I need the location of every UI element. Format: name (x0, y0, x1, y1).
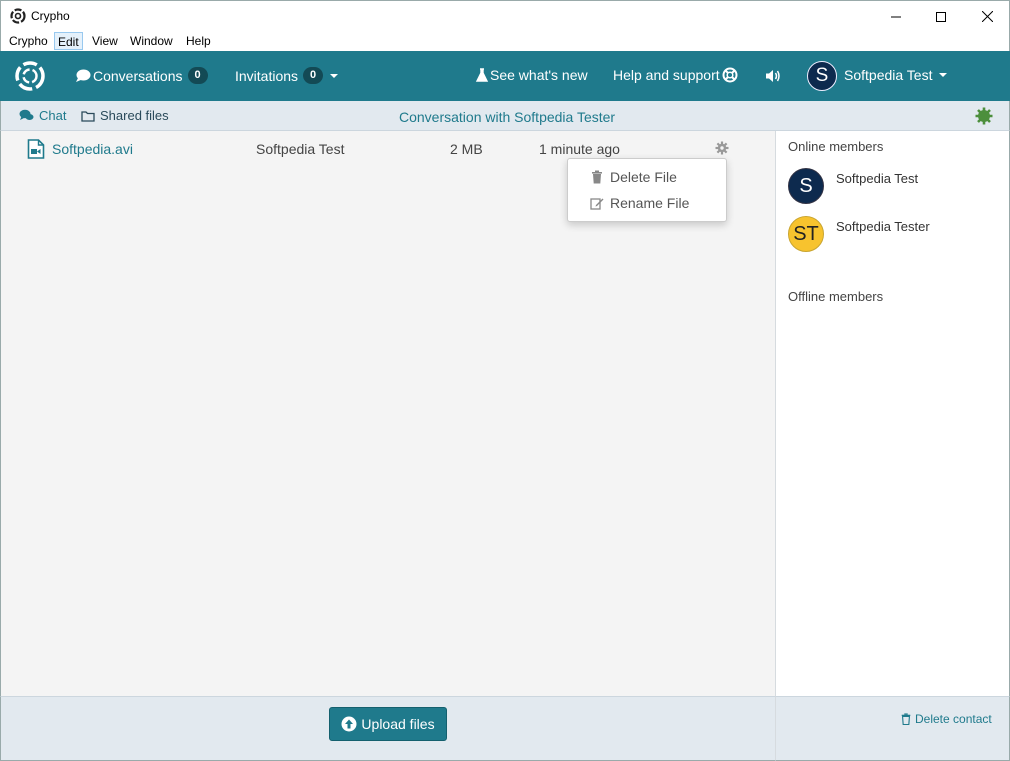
nav-help-label: Help and support (613, 67, 720, 83)
rename-file-label: Rename File (610, 195, 690, 211)
upload-files-label: Upload files (361, 716, 435, 732)
upload-files-button[interactable]: Upload files (329, 707, 447, 741)
volume-icon[interactable] (765, 68, 781, 84)
tab-chat[interactable]: Chat (19, 108, 66, 123)
crypho-logo-icon[interactable] (14, 60, 46, 92)
nav-whats-new-label: See what's new (490, 67, 588, 83)
tab-shared-files[interactable]: Shared files (81, 108, 169, 123)
members-panel: Online members S Softpedia Test ST Softp… (776, 131, 1010, 696)
minimize-button[interactable] (873, 1, 919, 32)
nav-whats-new[interactable]: See what's new (475, 67, 588, 83)
menu-help[interactable]: Help (183, 32, 214, 50)
member-item[interactable]: ST Softpedia Tester (788, 216, 998, 256)
menu-window[interactable]: Window (127, 32, 176, 50)
user-name: Softpedia Test (844, 67, 933, 83)
file-options-gear-icon[interactable] (715, 141, 729, 155)
nav-invitations-label: Invitations (235, 67, 299, 84)
lifebuoy-icon (722, 67, 738, 83)
delete-file-label: Delete File (610, 169, 677, 185)
flask-icon (475, 67, 489, 82)
edit-icon (590, 198, 604, 210)
window-title: Crypho (31, 9, 70, 23)
conversation-subnav: Chat Shared files Conversation with Soft… (0, 101, 1010, 131)
close-icon (981, 11, 993, 22)
file-timestamp: 1 minute ago (539, 141, 620, 157)
menu-bar: Crypho Edit View Window Help (0, 31, 1010, 51)
chevron-down-icon (939, 73, 948, 77)
menu-crypho[interactable]: Crypho (6, 32, 51, 50)
maximize-button[interactable] (918, 1, 964, 32)
comments-icon (19, 109, 34, 120)
member-avatar: S (788, 168, 824, 204)
member-avatar: ST (788, 216, 824, 252)
menu-view[interactable]: View (89, 32, 121, 50)
chevron-down-icon (330, 73, 339, 78)
file-options-menu: Delete File Rename File (567, 158, 727, 222)
maximize-icon (936, 11, 946, 22)
member-name: Softpedia Test (836, 171, 919, 186)
file-size: 2 MB (450, 141, 483, 157)
user-avatar[interactable]: S (807, 61, 837, 91)
invitations-count-badge: 0 (303, 67, 324, 84)
top-nav: Conversations 0 Invitations 0 See what's… (0, 51, 1010, 101)
menu-edit[interactable]: Edit (54, 32, 83, 50)
member-item[interactable]: S Softpedia Test (788, 168, 998, 208)
nav-conversations-label: Conversations (93, 67, 183, 84)
delete-contact-link[interactable]: Delete contact (900, 712, 992, 726)
file-owner: Softpedia Test (256, 141, 345, 157)
nav-invitations[interactable]: Invitations 0 (235, 67, 339, 84)
nav-help-support[interactable]: Help and support (613, 67, 738, 83)
tab-chat-label: Chat (39, 108, 67, 123)
tab-shared-files-label: Shared files (100, 108, 169, 123)
folder-icon (81, 110, 95, 122)
trash-icon (592, 170, 602, 184)
chat-bubble-icon (76, 69, 91, 82)
online-status-gear-icon[interactable] (975, 107, 993, 125)
trash-icon (901, 713, 911, 725)
video-file-icon (27, 139, 45, 159)
online-members-heading: Online members (788, 139, 884, 154)
crypho-app-icon (10, 8, 26, 24)
user-menu[interactable]: Softpedia Test (844, 67, 948, 83)
files-footer: Upload files (0, 696, 775, 761)
delete-contact-label: Delete contact (915, 712, 992, 726)
nav-conversations[interactable]: Conversations 0 (75, 67, 208, 84)
file-name-link[interactable]: Softpedia.avi (52, 141, 133, 157)
members-footer: Delete contact (775, 696, 1010, 761)
close-button[interactable] (964, 1, 1010, 32)
title-bar: Crypho (0, 0, 1010, 31)
conversations-count-badge: 0 (187, 67, 208, 84)
offline-members-heading: Offline members (788, 289, 884, 304)
member-name: Softpedia Tester (836, 219, 930, 234)
rename-file-menu-item[interactable]: Rename File (590, 195, 689, 211)
conversation-title: Conversation with Softpedia Tester (399, 109, 616, 125)
upload-arrow-icon (341, 716, 357, 732)
minimize-icon (891, 16, 901, 17)
delete-file-menu-item[interactable]: Delete File (590, 169, 677, 185)
